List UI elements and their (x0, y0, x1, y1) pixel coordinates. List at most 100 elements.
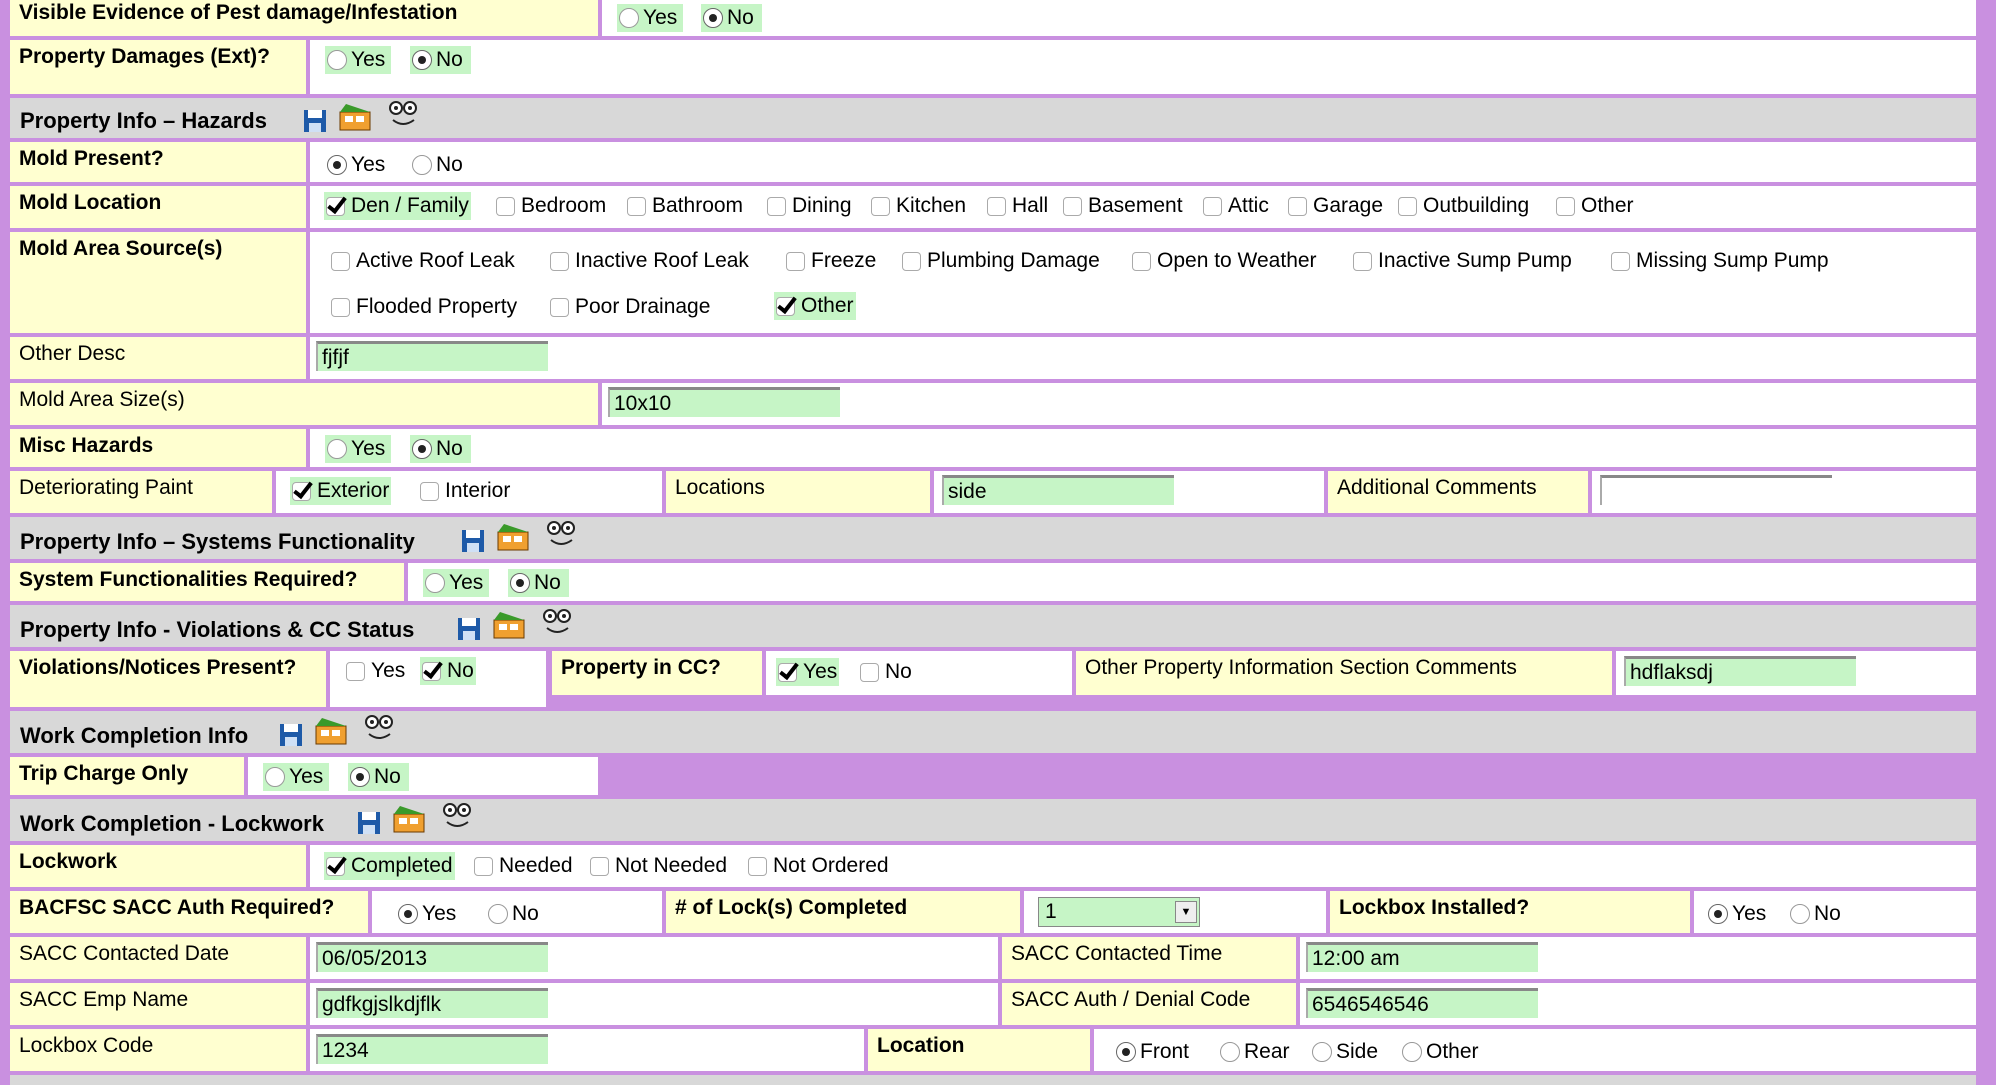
cc-yes-checkbox[interactable]: Yes (776, 658, 840, 686)
misc-hazards-no-radio[interactable]: No (410, 435, 471, 463)
lockwork-needed-checkbox[interactable]: Needed (472, 852, 573, 880)
lockbox-yes-radio[interactable]: Yes (1706, 900, 1766, 928)
notes-icon[interactable] (390, 804, 430, 834)
bacfsc-no-radio[interactable]: No (486, 900, 539, 928)
save-icon[interactable] (302, 105, 330, 135)
mold-src-plumbing-checkbox[interactable]: Plumbing Damage (900, 247, 1100, 275)
sacc-date-input[interactable]: 06/05/2013 (316, 942, 548, 972)
mold-location-label: Mold Location (10, 186, 306, 228)
face-icon[interactable] (386, 100, 422, 130)
mold-loc-other-checkbox[interactable]: Other (1554, 192, 1634, 220)
locks-select[interactable]: 1 ▼ (1038, 897, 1200, 927)
face-icon[interactable] (440, 802, 476, 832)
save-icon[interactable] (278, 719, 306, 749)
save-icon[interactable] (460, 525, 488, 555)
mold-loc-garage-checkbox[interactable]: Garage (1286, 192, 1383, 220)
trip-yes-radio[interactable]: Yes (263, 763, 330, 791)
misc-hazards-yes-radio[interactable]: Yes (325, 435, 392, 463)
face-icon[interactable] (362, 714, 398, 744)
other-comments-input[interactable]: hdflaksdj (1624, 656, 1856, 686)
location-rear-radio[interactable]: Rear (1218, 1038, 1290, 1066)
mold-loc-outbuilding-checkbox[interactable]: Outbuilding (1396, 192, 1529, 220)
mold-location-row: Mold Location Den / Family Bedroom Bathr… (10, 186, 1976, 228)
lockbox-location-label: Location (868, 1029, 1090, 1071)
sysfunc-no-radio[interactable]: No (508, 569, 569, 597)
sacc-emp-input[interactable]: gdfkgjslkdjflk (316, 988, 548, 1018)
save-icon[interactable] (356, 807, 384, 837)
form-page: Visible Evidence of Pest damage/Infestat… (0, 0, 1996, 1085)
mold-present-label: Mold Present? (10, 142, 306, 182)
mold-loc-basement-checkbox[interactable]: Basement (1061, 192, 1183, 220)
paint-comments-input[interactable] (1600, 475, 1832, 505)
mold-src-freeze-checkbox[interactable]: Freeze (784, 247, 876, 275)
other-desc-input[interactable]: fjfjf (316, 341, 548, 371)
pest-yes-radio[interactable]: Yes (617, 4, 684, 32)
lockwork-not-needed-checkbox[interactable]: Not Needed (588, 852, 727, 880)
mold-present-no-radio[interactable]: No (410, 151, 463, 179)
lockwork-not-ordered-checkbox[interactable]: Not Ordered (746, 852, 889, 880)
mold-src-open-weather-checkbox[interactable]: Open to Weather (1130, 247, 1317, 275)
mold-src-other-checkbox[interactable]: Other (774, 292, 856, 320)
mold-src-inactive-roof-checkbox[interactable]: Inactive Roof Leak (548, 247, 749, 275)
mold-size-row: Mold Area Size(s) 10x10 (10, 383, 1976, 425)
mold-loc-hall-checkbox[interactable]: Hall (985, 192, 1048, 220)
bacfsc-yes-radio[interactable]: Yes (396, 900, 456, 928)
section-work-title: Work Completion Info (20, 723, 249, 748)
notes-icon[interactable] (336, 102, 376, 132)
paint-interior-checkbox[interactable]: Interior (418, 477, 510, 505)
lockbox-no-radio[interactable]: No (1788, 900, 1841, 928)
mold-loc-bathroom-checkbox[interactable]: Bathroom (625, 192, 743, 220)
damages-yes-radio[interactable]: Yes (325, 46, 392, 74)
violations-no-checkbox[interactable]: No (420, 657, 476, 685)
notes-icon[interactable] (490, 610, 530, 640)
location-other-radio[interactable]: Other (1400, 1038, 1479, 1066)
chevron-down-icon: ▼ (1175, 901, 1197, 923)
damages-label: Property Damages (Ext)? (10, 40, 306, 94)
location-side-radio[interactable]: Side (1310, 1038, 1378, 1066)
mold-loc-attic-checkbox[interactable]: Attic (1201, 192, 1269, 220)
trip-no-radio[interactable]: No (348, 763, 409, 791)
sacc-code-input[interactable]: 6546546546 (1306, 988, 1538, 1018)
sysfunc-value: Yes No (408, 563, 1976, 601)
mold-loc-den-checkbox[interactable]: Den / Family (324, 192, 471, 220)
pest-no-radio[interactable]: No (701, 4, 762, 32)
paint-exterior-checkbox[interactable]: Exterior (290, 477, 392, 505)
next-section-partial (10, 1075, 1976, 1085)
mold-src-inactive-sump-checkbox[interactable]: Inactive Sump Pump (1351, 247, 1572, 275)
save-icon[interactable] (456, 613, 484, 643)
lockbox-code-input[interactable]: 1234 (316, 1034, 548, 1064)
violations-yes-checkbox[interactable]: Yes (344, 657, 405, 685)
lockbox-code-value: 1234 (310, 1029, 864, 1071)
sacc-time-input[interactable]: 12:00 am (1306, 942, 1538, 972)
face-icon[interactable] (540, 608, 576, 638)
sacc-time-value: 12:00 am (1300, 937, 1976, 979)
sysfunc-yes-radio[interactable]: Yes (423, 569, 490, 597)
mold-src-active-roof-checkbox[interactable]: Active Roof Leak (329, 247, 515, 275)
damages-no-radio[interactable]: No (410, 46, 471, 74)
mold-loc-bedroom-checkbox[interactable]: Bedroom (494, 192, 606, 220)
sacc-date-row: SACC Contacted Date 06/05/2013 SACC Cont… (10, 937, 1976, 979)
trip-label: Trip Charge Only (10, 757, 244, 795)
mold-loc-dining-checkbox[interactable]: Dining (765, 192, 852, 220)
pest-row: Visible Evidence of Pest damage/Infestat… (10, 0, 1976, 36)
notes-icon[interactable] (312, 716, 352, 746)
face-icon[interactable] (544, 520, 580, 550)
pest-value: Yes No (602, 0, 1976, 36)
section-work: Work Completion Info (10, 711, 1976, 753)
mold-src-flooded-checkbox[interactable]: Flooded Property (329, 293, 517, 321)
mold-src-missing-sump-checkbox[interactable]: Missing Sump Pump (1609, 247, 1829, 275)
paint-locations-input[interactable]: side (942, 475, 1174, 505)
location-front-radio[interactable]: Front (1114, 1038, 1189, 1066)
cc-no-checkbox[interactable]: No (858, 658, 912, 686)
mold-size-input[interactable]: 10x10 (608, 387, 840, 417)
mold-loc-kitchen-checkbox[interactable]: Kitchen (869, 192, 966, 220)
section-systems-title: Property Info – Systems Functionality (20, 529, 415, 554)
mold-src-drainage-checkbox[interactable]: Poor Drainage (548, 293, 710, 321)
sacc-date-value: 06/05/2013 (310, 937, 998, 979)
mold-present-yes-radio[interactable]: Yes (325, 151, 385, 179)
lockwork-completed-checkbox[interactable]: Completed (324, 852, 455, 880)
section-hazards-title: Property Info – Hazards (20, 108, 267, 133)
bacfsc-value: Yes No (372, 891, 662, 933)
notes-icon[interactable] (494, 522, 534, 552)
mold-location-value: Den / Family Bedroom Bathroom Dining Kit… (310, 186, 1976, 228)
